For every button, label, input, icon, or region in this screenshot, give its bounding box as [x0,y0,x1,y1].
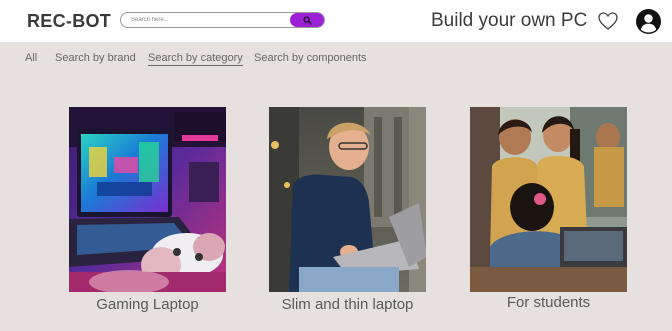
account-button[interactable] [636,9,661,34]
search-button[interactable] [290,13,324,27]
gaming-laptop-photo[interactable] [69,107,226,292]
heart-icon [598,12,618,30]
category-label[interactable]: Slim and thin laptop [249,296,446,313]
nav-item-brand[interactable]: Search by brand [55,52,136,64]
category-nav: All Search by brand Search by category S… [0,52,672,72]
top-bar: REC-BOT Build your own PC [0,0,672,42]
slim-laptop-photo[interactable] [269,107,426,292]
wishlist-button[interactable] [597,11,619,31]
user-account-icon [636,9,661,34]
nav-item-components[interactable]: Search by components [254,52,367,64]
category-label[interactable]: For students [470,294,627,311]
search-icon [303,15,312,25]
category-label[interactable]: Gaming Laptop [69,296,226,313]
search-bar [120,12,325,28]
nav-item-category[interactable]: Search by category [148,52,243,66]
nav-item-all[interactable]: All [25,52,37,64]
page-title: Build your own PC [431,10,588,31]
students-photo[interactable] [470,107,627,292]
search-input[interactable] [121,13,290,27]
logo[interactable]: REC-BOT [27,11,111,32]
